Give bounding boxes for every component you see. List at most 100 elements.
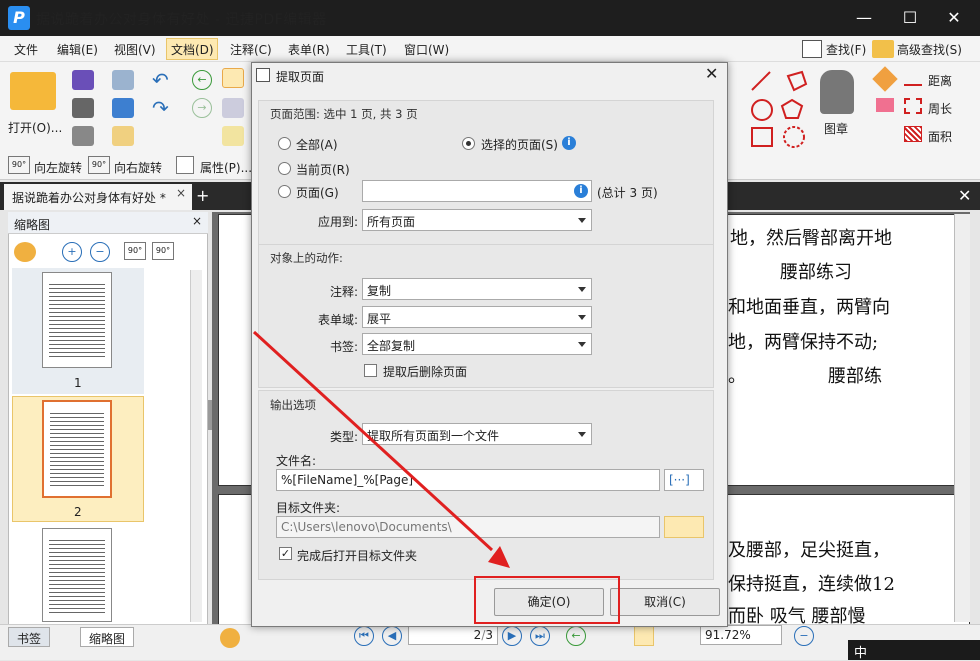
stamp-button[interactable]: 图章 (824, 120, 848, 137)
open-after-checkbox[interactable]: ✓ (279, 547, 292, 560)
stamp-icon[interactable] (820, 70, 854, 114)
dialog-close-button[interactable]: ✕ (705, 64, 718, 83)
radio-pages[interactable] (278, 185, 291, 198)
search-button[interactable]: 查找(F) (826, 41, 866, 58)
radio-selected-pages[interactable] (462, 137, 475, 150)
menu-form[interactable]: 表单(R) (288, 41, 330, 58)
total-pages: 3 (485, 628, 493, 642)
menu-edit[interactable]: 编辑(E) (57, 41, 98, 58)
save-icon[interactable] (72, 70, 94, 90)
document-tab[interactable]: 据说跪着办公对身体有好处 * (4, 184, 192, 210)
radio-current-page-label[interactable]: 当前页(R) (296, 161, 350, 178)
cloud-tool-icon (783, 126, 805, 148)
next-page-button[interactable]: ▶ (502, 626, 522, 646)
radio-pages-label[interactable]: 页面(G) (296, 184, 339, 201)
text-select-icon[interactable] (222, 98, 244, 118)
advanced-search-button[interactable]: 高级查找(S) (897, 41, 962, 58)
search-icon (802, 40, 822, 58)
rotate-right-button[interactable]: 向右旋转 (114, 159, 162, 176)
gear-icon[interactable] (14, 242, 36, 262)
rotate-right-icon: 90° (88, 156, 110, 174)
bookmark-label: 书签: (330, 340, 359, 354)
close-window-button[interactable]: ✕ (942, 8, 966, 28)
thumbnail-label-2: 2 (74, 505, 82, 519)
panel-close-icon[interactable]: × (192, 214, 202, 228)
delete-after-label[interactable]: 提取后删除页面 (383, 363, 467, 380)
shape-tools[interactable] (740, 66, 810, 150)
doc-text-line: 地，两臂保持不动; (728, 332, 879, 353)
thumbnail-panel-header: 缩略图 (8, 212, 208, 234)
bookmark-tab[interactable]: 书签 (8, 627, 51, 647)
thumbnail-tab[interactable]: 缩略图 (80, 627, 135, 647)
thumbnail-scrollbar[interactable] (190, 270, 202, 622)
browse-folder-icon[interactable] (664, 516, 704, 538)
eraser-icon[interactable] (876, 98, 894, 112)
apply-to-select[interactable]: 所有页面 (362, 209, 592, 231)
distance-button[interactable]: 距离 (928, 72, 952, 89)
export-icon[interactable] (72, 126, 94, 146)
open-button-label[interactable]: 打开(O)... (8, 119, 62, 136)
rotate-left-button[interactable]: 向左旋转 (34, 159, 82, 176)
hand-tool-icon[interactable] (222, 68, 244, 88)
zoom-in-icon[interactable]: + (62, 242, 82, 262)
forward-icon[interactable]: → (192, 98, 212, 118)
zoom-out-icon[interactable]: − (90, 242, 110, 262)
properties-button[interactable]: 属性(P)... (200, 159, 252, 176)
page-number-input[interactable]: 2/3 (408, 625, 498, 645)
thumbnail-image-3[interactable] (42, 528, 112, 622)
close-document-icon[interactable]: ✕ (958, 186, 971, 205)
settings-gear-icon[interactable] (220, 628, 240, 648)
maximize-button[interactable]: ☐ (898, 8, 922, 28)
menu-comment[interactable]: 注释(C) (230, 41, 272, 58)
ime-indicator[interactable]: 中 (848, 640, 980, 661)
snapshot-icon[interactable] (222, 126, 244, 146)
undo-icon[interactable]: ↶ (152, 68, 169, 92)
menu-view[interactable]: 视图(V) (114, 41, 156, 58)
back-icon[interactable]: ← (192, 70, 212, 90)
nav-back-icon[interactable]: ← (566, 626, 586, 646)
minimize-button[interactable]: — (852, 8, 876, 28)
menu-window[interactable]: 窗口(W) (404, 41, 449, 58)
last-page-button[interactable]: ⏭ (530, 626, 550, 646)
pages-input[interactable] (362, 180, 592, 202)
macro-button[interactable]: [···] (664, 469, 704, 491)
first-page-button[interactable]: ⏮ (354, 626, 374, 646)
zoom-select[interactable]: 91.72% (700, 625, 782, 645)
radio-selected-pages-label[interactable]: 选择的页面(S) (481, 136, 558, 153)
area-button[interactable]: 面积 (928, 128, 952, 145)
scan-icon[interactable] (112, 98, 134, 118)
folder-icon[interactable] (10, 72, 56, 110)
zoom-out-button[interactable]: − (794, 626, 814, 646)
properties-icon (176, 156, 194, 174)
new-doc-icon[interactable] (112, 126, 134, 146)
polygon-tool-icon (786, 70, 808, 92)
radio-current-page[interactable] (278, 162, 291, 175)
cancel-button[interactable]: 取消(C) (610, 588, 720, 616)
prev-page-button[interactable]: ◀ (382, 626, 402, 646)
annotation-select[interactable]: 复制 (362, 278, 592, 300)
thumb-rotate-right-icon[interactable]: 90° (152, 242, 174, 260)
menu-document[interactable]: 文档(D) (171, 41, 214, 58)
thumb-rotate-left-icon[interactable]: 90° (124, 242, 146, 260)
menu-file[interactable]: 文件 (14, 41, 38, 58)
open-after-label[interactable]: 完成后打开目标文件夹 (297, 547, 417, 564)
menu-tools[interactable]: 工具(T) (346, 41, 387, 58)
target-folder-input[interactable]: C:\Users\lenovo\Documents\ (276, 516, 660, 538)
thumbnail-label-1: 1 (74, 376, 82, 390)
bookmark-select[interactable]: 全部复制 (362, 333, 592, 355)
redo-icon[interactable]: ↷ (152, 96, 169, 120)
delete-after-checkbox[interactable] (364, 364, 377, 377)
form-field-select[interactable]: 展平 (362, 306, 592, 328)
radio-all-label[interactable]: 全部(A) (296, 136, 338, 153)
add-tab-icon[interactable]: + (196, 186, 209, 205)
document-scrollbar[interactable] (954, 214, 970, 622)
doc-text-line: 腰部练习 (780, 262, 852, 283)
single-page-view-icon[interactable] (634, 624, 654, 646)
filename-input[interactable]: %[FileName]_%[Page] (276, 469, 660, 491)
perimeter-button[interactable]: 周长 (928, 100, 952, 117)
email-icon[interactable] (112, 70, 134, 90)
type-select[interactable]: 提取所有页面到一个文件 (362, 423, 592, 445)
radio-all[interactable] (278, 137, 291, 150)
print-icon[interactable] (72, 98, 94, 118)
tab-close-icon[interactable]: × (176, 186, 186, 200)
